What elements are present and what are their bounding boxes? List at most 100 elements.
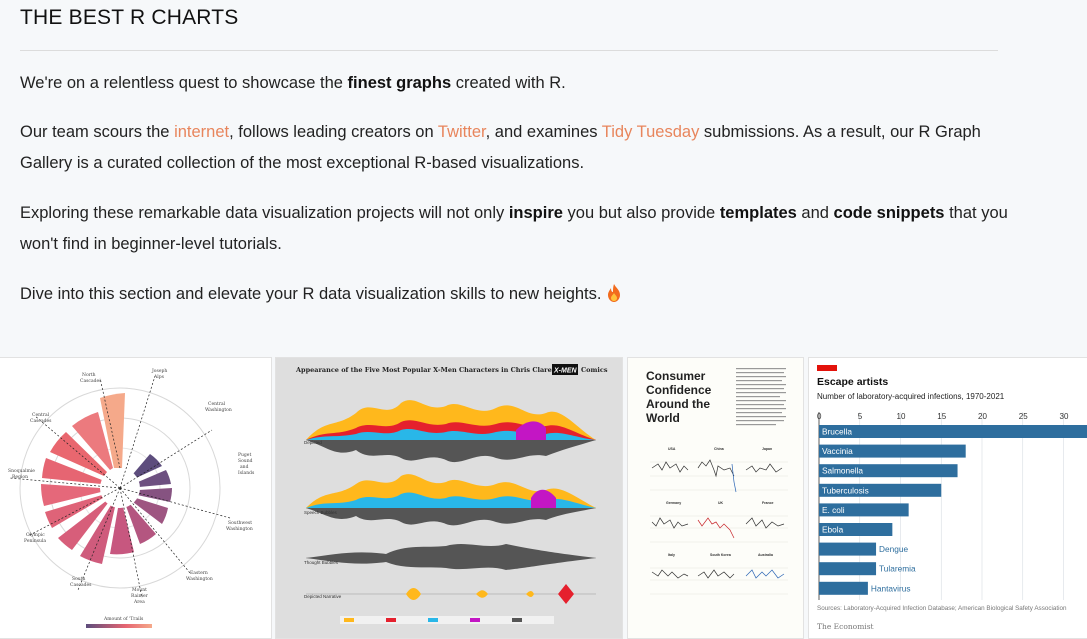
gallery-card-consumer-confidence[interactable]: Consumer Confidence Around the World USA… <box>627 357 804 639</box>
svg-text:Cascades: Cascades <box>70 582 92 588</box>
tick-label: 5 <box>858 412 863 421</box>
row-label-thought: Thought Bubbles <box>304 560 339 565</box>
svg-text:Washington: Washington <box>205 407 232 413</box>
cc-panel-label: South Korea <box>710 553 731 557</box>
bar-label: Tuberculosis <box>822 485 869 495</box>
bar-label: Hantavirus <box>871 583 911 593</box>
svg-text:Region: Region <box>12 474 28 480</box>
svg-text:North: North <box>82 372 96 378</box>
svg-text:Central: Central <box>208 401 226 407</box>
svg-text:Central: Central <box>32 412 50 418</box>
internet-link[interactable]: internet <box>174 123 229 141</box>
svg-text:Rainier: Rainier <box>131 593 149 599</box>
cc-panel-label: Japan <box>762 447 772 451</box>
tick-label: 0 <box>817 412 822 421</box>
svg-text:Eastern: Eastern <box>190 570 208 576</box>
tick-label: 25 <box>1019 412 1028 421</box>
cc-panel-label: Australia <box>758 553 773 557</box>
intro-bold: templates <box>719 204 797 222</box>
svg-text:and: and <box>240 464 249 470</box>
tick-label: 20 <box>978 412 987 421</box>
xmen-legend <box>340 616 554 624</box>
cc-panel-label: UK <box>718 501 724 505</box>
svg-text:Area: Area <box>133 599 145 605</box>
xmen-streamgraph-thumbnail: Appearance of the Five Most Popular X-Me… <box>276 358 622 638</box>
row-label-narrative: Depicted Narrative <box>304 594 342 599</box>
cc-panel-label: Italy <box>668 553 675 557</box>
tidy-tuesday-link[interactable]: Tidy Tuesday <box>602 123 700 141</box>
tick-label: 30 <box>1060 412 1069 421</box>
svg-text:Washington: Washington <box>226 526 253 532</box>
escape-artists-thumbnail: Escape artists Number of laboratory-acqu… <box>817 365 1087 631</box>
intro-text: , and examines <box>485 123 602 141</box>
intro-paragraph-1: We're on a relentless quest to showcase … <box>20 68 1010 99</box>
svg-text:Cascades: Cascades <box>30 418 52 424</box>
intro-bold: code snippets <box>833 204 945 222</box>
cc-panel-label: France <box>762 501 774 505</box>
svg-text:Washington: Washington <box>186 576 213 582</box>
svg-text:Islands: Islands <box>238 470 255 476</box>
econ-chart-subtitle: Number of laboratory-acquired infections… <box>817 392 1005 401</box>
cc-panel-label: Germany <box>666 501 681 505</box>
tick-label: 15 <box>937 412 946 421</box>
intro-text: , follows leading creators on <box>229 123 438 141</box>
econ-chart-title: Escape artists <box>817 376 888 388</box>
svg-text:Peninsula: Peninsula <box>24 538 46 544</box>
svg-text:Alps: Alps <box>153 374 165 380</box>
xmen-logo-text: X-MEN <box>553 368 578 375</box>
xmen-title-end: Comics <box>581 366 608 374</box>
bar-label: Brucella <box>822 427 852 437</box>
intro-text: created with R. <box>451 74 566 92</box>
svg-text:Puget: Puget <box>238 452 251 458</box>
consumer-confidence-thumbnail: Consumer Confidence Around the World USA… <box>628 358 803 638</box>
intro-paragraph-2: Our team scours the internet, follows le… <box>20 117 1010 179</box>
svg-text:Southwest: Southwest <box>228 520 252 526</box>
cc-panel-label: China <box>714 447 724 451</box>
bar-label: Ebola <box>822 525 844 535</box>
econ-source: Sources: Laboratory-Acquired Infection D… <box>817 605 1067 612</box>
intro-text: We're on a relentless quest to showcase … <box>20 74 348 92</box>
row-label-speech: Speech Bubbles <box>304 510 338 515</box>
tick-label: 10 <box>897 412 906 421</box>
bar <box>819 425 1087 438</box>
svg-text:Joseph: Joseph <box>151 368 167 374</box>
divider <box>20 50 998 51</box>
intro-text: Dive into this section and elevate your … <box>20 285 602 303</box>
svg-text:Sound: Sound <box>238 458 253 464</box>
intro-paragraph-3: Exploring these remarkable data visualiz… <box>20 198 1010 260</box>
fire-icon <box>608 284 621 302</box>
gallery-card-xmen-streamgraph[interactable]: Appearance of the Five Most Popular X-Me… <box>275 357 623 639</box>
intro-text: and <box>796 204 834 222</box>
svg-text:Mount: Mount <box>132 587 147 593</box>
bar <box>819 581 868 595</box>
intro-bold: inspire <box>508 204 563 222</box>
cc-title-line: Consumer <box>646 369 706 383</box>
bar-label: Vaccinia <box>822 446 853 456</box>
svg-text:Snoqualmie: Snoqualmie <box>8 468 35 474</box>
svg-text:South: South <box>72 576 85 582</box>
twitter-link[interactable]: Twitter <box>438 123 486 141</box>
intro-text: you but also provide <box>562 204 720 222</box>
intro-paragraph-4: Dive into this section and elevate your … <box>20 279 1010 310</box>
legend-title: Amount of 'Trails <box>103 616 144 622</box>
page-title: THE BEST R CHARTS <box>20 6 239 29</box>
circular-barplot-thumbnail: NorthCascades JosephAlps CentralWashingt… <box>8 368 255 628</box>
gallery-card-circular-barplot[interactable]: North Cascades Joseph Alps Central Washingt… <box>0 357 272 639</box>
bar-label: E. coli <box>822 505 845 515</box>
bar-label: Dengue <box>879 544 908 554</box>
intro-bold: finest graphs <box>347 74 452 92</box>
cc-panel-label: USA <box>668 447 676 451</box>
svg-text:Olympic: Olympic <box>26 532 45 538</box>
economist-brand: The Economist <box>817 622 874 631</box>
cc-title-line: World <box>646 411 680 425</box>
intro-text: Our team scours the <box>20 123 175 141</box>
bar-label: Tularemia <box>879 564 916 574</box>
row-label-depicted: Depicted <box>304 440 322 445</box>
cc-title-line: Confidence <box>646 383 712 397</box>
cc-title-line: Around the <box>646 397 710 411</box>
gallery-card-escape-artists[interactable]: Escape artists Number of laboratory-acqu… <box>808 357 1087 639</box>
svg-text:Cascades: Cascades <box>80 378 102 384</box>
intro-text: Exploring these remarkable data visualiz… <box>20 204 509 222</box>
legend-gradient <box>86 624 152 628</box>
xmen-chart-title: Appearance of the Five Most Popular X-Me… <box>295 366 577 374</box>
